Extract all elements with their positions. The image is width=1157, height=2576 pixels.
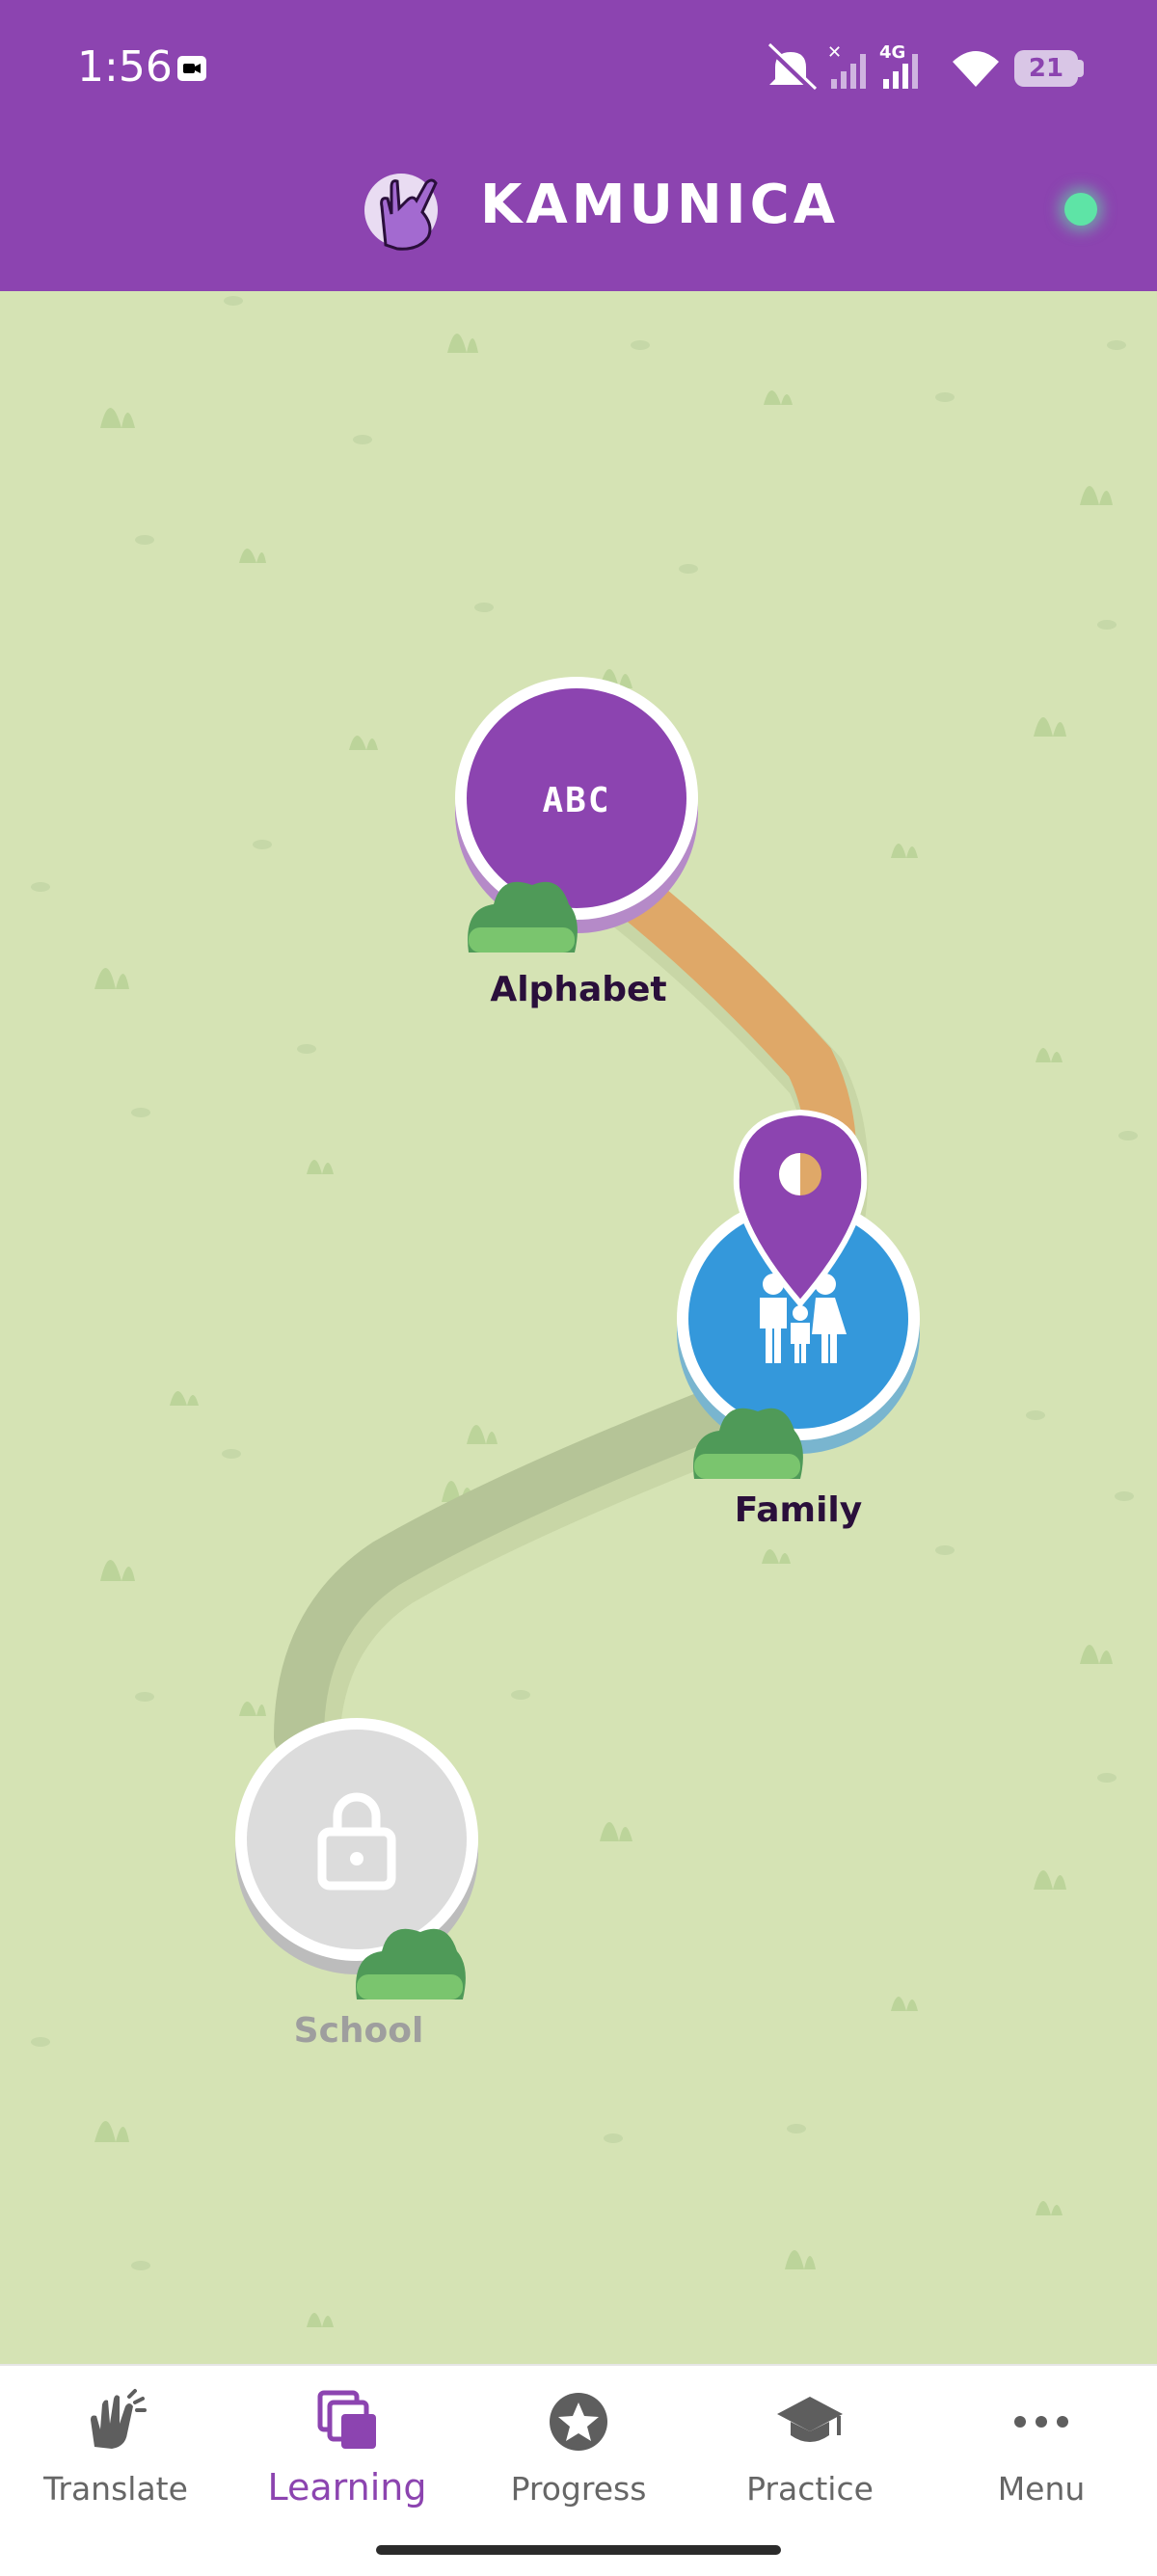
video-recording-icon (177, 56, 206, 81)
nav-practice[interactable]: Practice (694, 2366, 926, 2520)
lesson-label-school: School (293, 2011, 424, 2051)
signal-4g-icon: 4G (879, 42, 918, 89)
nav-translate[interactable]: Translate (0, 2366, 231, 2520)
svg-text:4G: 4G (879, 42, 905, 63)
nav-label-progress: Progress (510, 2470, 647, 2508)
hand-sign-logo-icon (364, 174, 438, 251)
nav-label-translate: Translate (43, 2470, 188, 2508)
abc-icon: ABC (542, 781, 610, 820)
lesson-node-school[interactable] (235, 1718, 478, 1999)
map-canvas: ABC (31, 296, 1138, 2327)
lesson-label-alphabet: Alphabet (490, 970, 667, 1009)
more-dots-icon (1014, 2416, 1068, 2428)
star-badge-icon (550, 2393, 607, 2451)
home-indicator[interactable] (376, 2545, 781, 2555)
learning-map: ABC Alphabet Family School (0, 291, 1157, 2364)
nav-menu[interactable]: Menu (926, 2366, 1157, 2520)
lesson-label-family: Family (734, 1490, 863, 1530)
graduation-cap-icon (777, 2397, 843, 2442)
nav-learning[interactable]: Learning (231, 2366, 463, 2520)
status-icons: ✕ 4G (767, 42, 999, 94)
battery-tip (1078, 60, 1084, 77)
nav-progress[interactable]: Progress (463, 2366, 694, 2520)
battery-icon: 21 (1014, 50, 1078, 87)
mute-icon (767, 42, 818, 94)
cards-icon (317, 2390, 376, 2449)
nav-label-menu: Menu (997, 2470, 1086, 2508)
wifi-icon (953, 51, 999, 87)
app-title: KAMUNICA (480, 174, 840, 236)
sign-hand-icon (91, 2389, 147, 2449)
online-status-indicator (1064, 193, 1097, 226)
nav-label-learning: Learning (267, 2466, 427, 2509)
svg-text:✕: ✕ (827, 42, 842, 63)
nav-label-practice: Practice (746, 2470, 874, 2508)
app-header: 1:56 ✕ 4G 21 KAMUNICA (0, 0, 1157, 291)
status-time: 1:56 (77, 42, 173, 92)
bush-decoration (468, 881, 578, 953)
signal-no-service-icon: ✕ (827, 42, 866, 89)
bottom-navigation: Translate Learning Progress Practice Men… (0, 2364, 1157, 2576)
